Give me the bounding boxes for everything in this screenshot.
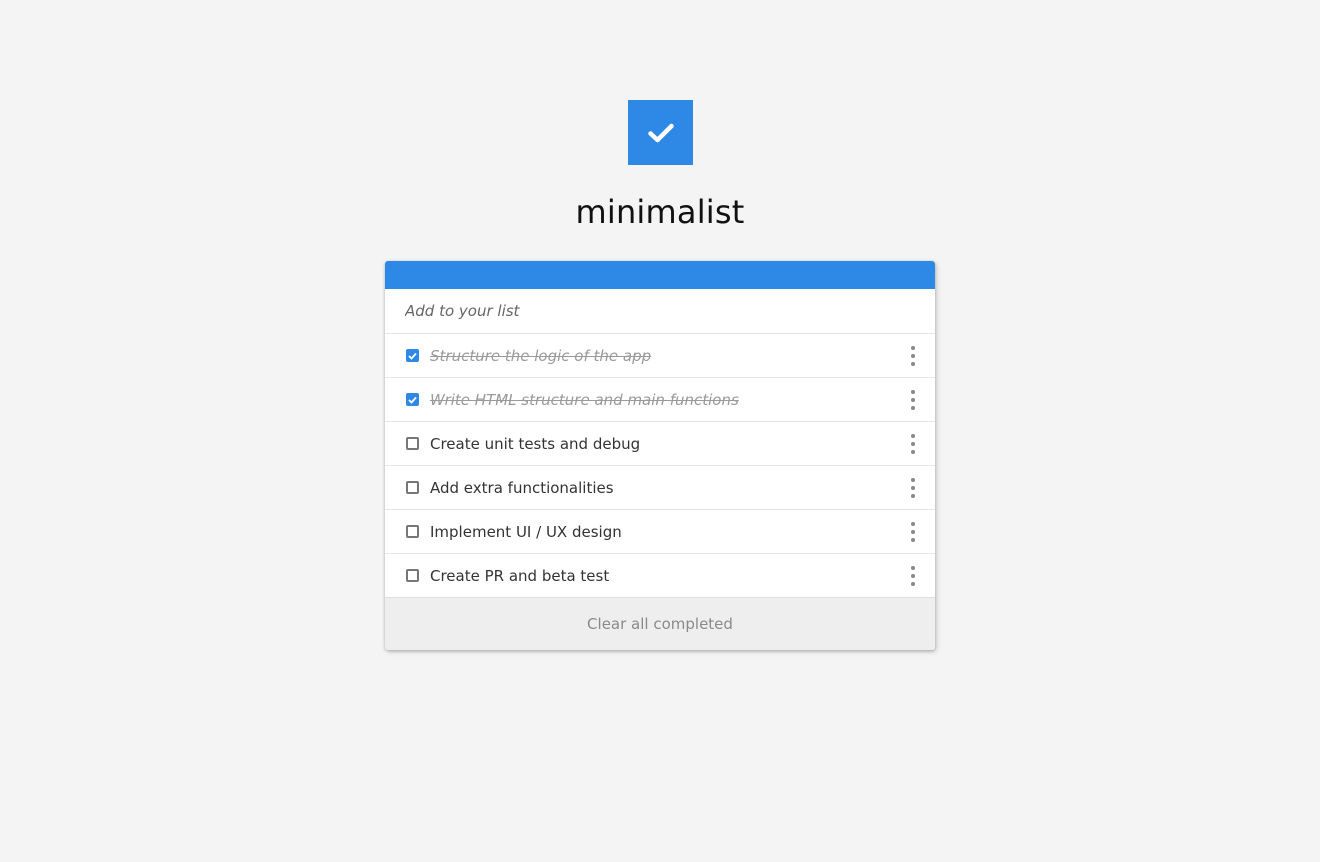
todo-checkbox[interactable] [406,349,419,362]
more-options-icon[interactable] [909,345,917,366]
todo-text: Add extra functionalities [430,478,614,497]
todo-checkbox[interactable] [406,393,419,406]
check-icon [647,123,674,142]
checkmark-icon [408,396,417,404]
clear-completed-button[interactable]: Clear all completed [385,598,935,650]
todo-list: Structure the logic of the app Write HTM… [385,334,935,598]
todo-text: Write HTML structure and main functions [430,390,739,409]
todo-checkbox[interactable] [406,525,419,538]
todo-item: Create unit tests and debug [385,422,935,466]
todo-item: Create PR and beta test [385,554,935,598]
more-options-icon[interactable] [909,389,917,410]
app-title: minimalist [575,193,745,231]
todo-checkbox[interactable] [406,569,419,582]
todo-text: Implement UI / UX design [430,522,622,541]
card-header-bar [385,261,935,289]
todo-item: Implement UI / UX design [385,510,935,554]
todo-card: Structure the logic of the app Write HTM… [385,261,935,650]
checkmark-icon [408,352,417,360]
todo-text: Create PR and beta test [430,566,610,585]
todo-item: Write HTML structure and main functions [385,378,935,422]
more-options-icon[interactable] [909,521,917,542]
todo-checkbox[interactable] [406,437,419,450]
todo-text: Create unit tests and debug [430,434,641,453]
more-options-icon[interactable] [909,433,917,454]
todo-checkbox[interactable] [406,481,419,494]
add-todo-input[interactable] [385,289,935,334]
todo-item: Structure the logic of the app [385,334,935,378]
app-logo [628,100,693,165]
todo-text: Structure the logic of the app [430,346,652,365]
more-options-icon[interactable] [909,477,917,498]
more-options-icon[interactable] [909,565,917,586]
todo-item: Add extra functionalities [385,466,935,510]
